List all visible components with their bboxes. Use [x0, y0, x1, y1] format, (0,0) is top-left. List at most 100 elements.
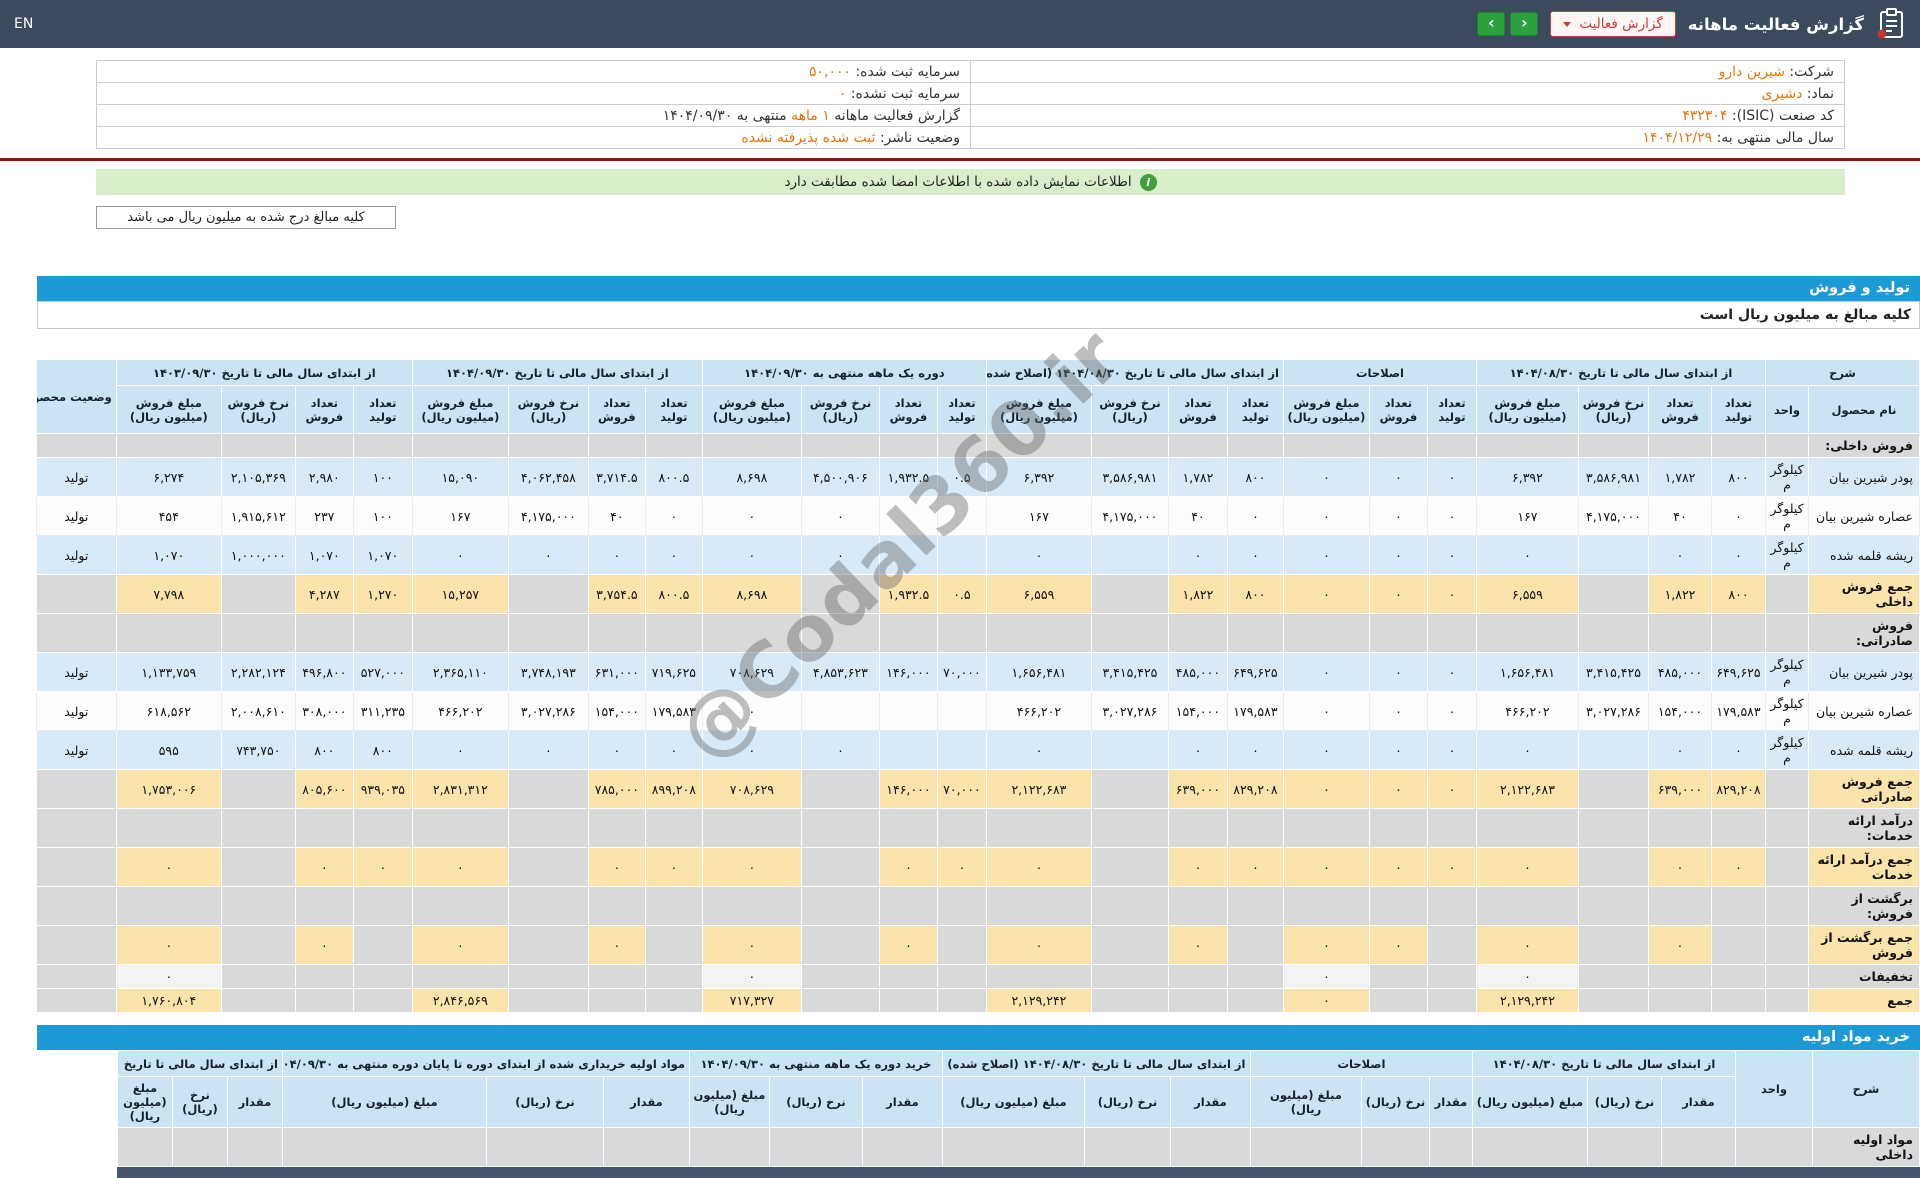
- data-cell: [226, 1127, 283, 1167]
- data-cell: [644, 988, 703, 1013]
- data-cell: [1360, 1166, 1430, 1178]
- report-type-dropdown[interactable]: گزارش فعالیت: [1550, 11, 1676, 37]
- report-type-label: گزارش فعالیت: [1579, 16, 1663, 32]
- data-cell: ۰: [411, 730, 509, 770]
- section-bar-production-sales: تولید و فروش: [37, 276, 1920, 301]
- data-cell: ۸۰۰.۵: [644, 457, 703, 497]
- data-cell: ۰: [701, 847, 802, 887]
- data-cell: ۷۰۸,۶۲۹: [701, 769, 802, 809]
- data-cell: ۱۷۹,۵۸۳: [1226, 691, 1284, 731]
- data-cell: [220, 925, 296, 965]
- info-label: سرمایه ثبت شده:: [855, 63, 960, 80]
- column-header: مبلغ (میلیون ریال): [116, 1076, 173, 1128]
- column-header: مقدار: [226, 1076, 283, 1128]
- data-cell: [644, 964, 703, 989]
- data-cell: [1090, 574, 1169, 614]
- data-cell: [1475, 613, 1579, 653]
- data-cell: ۰: [1282, 457, 1370, 497]
- data-cell: [35, 925, 117, 965]
- data-cell: [1710, 964, 1766, 989]
- report-icon: [1876, 8, 1906, 40]
- data-cell: [115, 433, 222, 458]
- data-cell: [352, 988, 413, 1013]
- data-cell: ۰: [1282, 535, 1370, 575]
- column-header: مبلغ فروش (میلیون ریال): [115, 385, 222, 434]
- data-cell: ۰: [1647, 925, 1712, 965]
- data-table: شرح از ابتدای سال مالی تا تاریخ ۱۴۰۴/۰۸/۳…: [35, 359, 1920, 1013]
- data-cell: [1083, 1127, 1171, 1167]
- data-cell: [1647, 433, 1712, 458]
- data-cell: [220, 769, 296, 809]
- data-cell: [1577, 769, 1649, 809]
- data-cell: [35, 613, 117, 653]
- info-icon: i: [1139, 173, 1157, 191]
- data-cell: ۰: [1167, 925, 1228, 965]
- data-cell: [768, 1127, 863, 1167]
- data-cell: [352, 808, 413, 848]
- data-cell: [1735, 1166, 1813, 1178]
- column-header: نرخ (ریال): [171, 1076, 228, 1128]
- data-cell: [507, 808, 589, 848]
- info-label: سرمایه ثبت نشده:: [850, 85, 960, 102]
- language-toggle[interactable]: EN: [14, 16, 33, 32]
- data-cell: ۳,۴۱۵,۴۲۵: [1090, 652, 1169, 692]
- data-cell: [1764, 964, 1810, 989]
- data-cell: [800, 808, 880, 848]
- data-cell: [936, 433, 987, 458]
- data-cell: [878, 535, 938, 575]
- data-cell: [1577, 613, 1649, 653]
- data-cell: ۴۸۵,۰۰۰: [1647, 652, 1712, 692]
- data-cell: [1426, 808, 1477, 848]
- data-cell: [220, 808, 296, 848]
- data-cell: [1764, 769, 1810, 809]
- period-nav: ‹ ›: [1477, 12, 1539, 36]
- data-table: شرح واحد از ابتدای سال مالی تا تاریخ ۱۴۰۴/…: [116, 1050, 1920, 1178]
- data-cell: ۹۳۹,۰۳۵: [352, 769, 413, 809]
- data-cell: [878, 808, 938, 848]
- column-group-header: مواد اولیه خریداری شده از ابتدای دوره تا…: [281, 1050, 690, 1077]
- info-row: کد صنعت (ISIC): ۴۳۲۳۰۴ گزارش فعالیت ماها…: [96, 104, 1845, 127]
- data-cell: ۰: [1368, 769, 1428, 809]
- data-cell: ۰: [701, 925, 802, 965]
- row-label-cell: جمع: [1808, 988, 1920, 1013]
- row-label-cell: پودر شیرین بیان: [1808, 652, 1920, 692]
- data-cell: [587, 808, 646, 848]
- data-cell: ۴۰: [587, 496, 646, 536]
- data-cell: ۰: [1282, 925, 1370, 965]
- data-cell: ۰: [1475, 964, 1579, 989]
- data-cell: [1167, 964, 1228, 989]
- data-cell: ۰: [701, 964, 802, 989]
- data-cell: [1577, 535, 1649, 575]
- data-cell: ۰: [1368, 652, 1428, 692]
- data-cell: [941, 1166, 1085, 1178]
- data-cell: [936, 925, 987, 965]
- data-cell: [644, 925, 703, 965]
- data-cell: [1710, 808, 1766, 848]
- data-cell: ۰: [1167, 730, 1228, 770]
- data-cell: ۱,۷۸۲: [1647, 457, 1712, 497]
- data-cell: [1090, 988, 1169, 1013]
- row-label-cell: عصاره شیرین بیان: [1808, 496, 1920, 536]
- next-period-button[interactable]: ›: [1510, 12, 1539, 36]
- data-cell: ۳,۴۱۵,۴۲۵: [1577, 652, 1649, 692]
- data-cell: [936, 988, 987, 1013]
- column-group-header: واحد: [1735, 1050, 1813, 1128]
- data-cell: ۱,۶۵۶,۴۸۱: [1475, 652, 1579, 692]
- data-cell: ۷۸۵,۰۰۰: [587, 769, 646, 809]
- data-cell: [688, 1127, 770, 1167]
- data-cell: ۴۰: [1167, 496, 1228, 536]
- data-cell: ۰: [1368, 574, 1428, 614]
- data-cell: ۰: [507, 535, 589, 575]
- data-cell: [281, 1166, 487, 1178]
- data-cell: [1710, 613, 1766, 653]
- data-cell: [507, 574, 589, 614]
- data-cell: [1764, 808, 1810, 848]
- data-cell: ۸۰۰: [294, 730, 354, 770]
- data-cell: کیلوگرم: [1764, 652, 1810, 692]
- data-cell: ۰: [936, 847, 987, 887]
- data-cell: [936, 808, 987, 848]
- data-cell: ۰: [1710, 730, 1766, 770]
- prev-period-button[interactable]: ‹: [1477, 12, 1506, 36]
- data-cell: ۰: [1167, 847, 1228, 887]
- data-cell: ۱۵,۲۵۷: [411, 574, 509, 614]
